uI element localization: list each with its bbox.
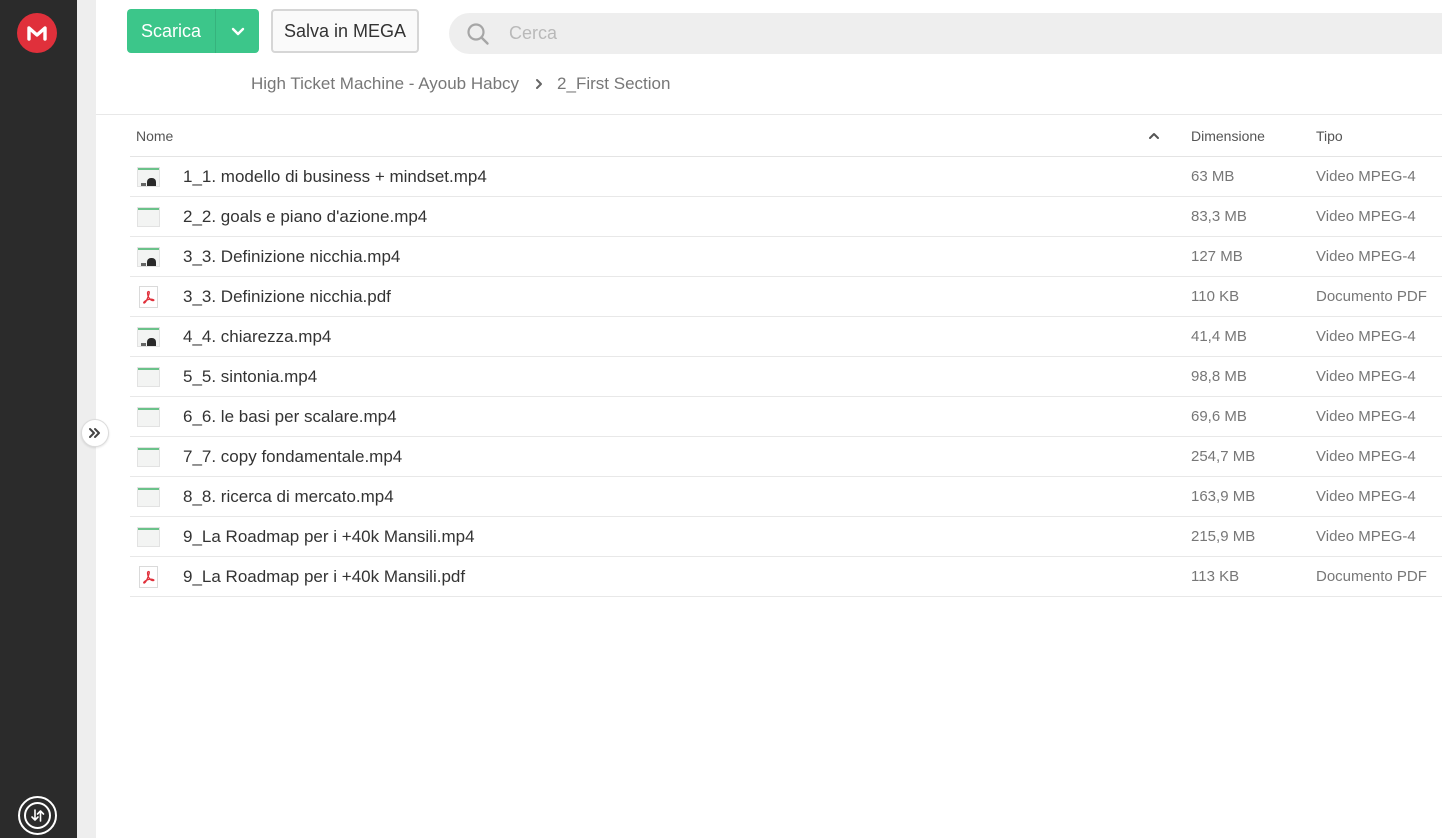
download-button-group: Scarica [127, 9, 259, 53]
table-row[interactable]: 3_3. Definizione nicchia.pdf 110 KB Docume… [130, 277, 1442, 317]
file-type: Video MPEG-4 [1316, 408, 1416, 425]
breadcrumb-item-root[interactable]: High Ticket Machine - Ayoub Habcy [251, 74, 519, 94]
file-name[interactable]: 8_8. ricerca di mercato.mp4 [183, 487, 394, 507]
file-size: 254,7 MB [1191, 448, 1256, 465]
file-size: 215,9 MB [1191, 528, 1256, 545]
file-name[interactable]: 2_2. goals e piano d'azione.mp4 [183, 207, 427, 227]
table-row[interactable]: 9_La Roadmap per i +40k Mansili.pdf 113 K… [130, 557, 1442, 597]
table-row[interactable]: 7_7. copy fondamentale.mp4 254,7 MB Video … [130, 437, 1442, 477]
file-type: Video MPEG-4 [1316, 448, 1416, 465]
download-button[interactable]: Scarica [127, 9, 215, 53]
file-name[interactable]: 1_1. modello di business + mindset.mp4 [183, 167, 487, 187]
file-name[interactable]: 5_5. sintonia.mp4 [183, 367, 317, 387]
video-thumbnail-icon [137, 446, 160, 467]
breadcrumb-item-current[interactable]: 2_First Section [557, 74, 670, 94]
video-thumbnail-icon [137, 366, 160, 387]
sort-ascending-icon [1149, 132, 1159, 139]
column-header-name-label: Nome [136, 127, 174, 144]
file-type: Documento PDF [1316, 568, 1427, 585]
file-type: Video MPEG-4 [1316, 248, 1416, 265]
file-type: Documento PDF [1316, 288, 1427, 305]
file-name-cell: 5_5. sintonia.mp4 [130, 366, 1191, 387]
expand-panel-button[interactable] [81, 419, 109, 447]
file-name-cell: 1_1. modello di business + mindset.mp4 [130, 166, 1191, 187]
table-row[interactable]: 4_4. chiarezza.mp4 41,4 MB Video MPEG-4 [130, 317, 1442, 357]
table-row[interactable]: 1_1. modello di business + mindset.mp4 63… [130, 157, 1442, 197]
file-type: Video MPEG-4 [1316, 528, 1416, 545]
table-row[interactable]: 8_8. ricerca di mercato.mp4 163,9 MB Video… [130, 477, 1442, 517]
file-name[interactable]: 9_La Roadmap per i +40k Mansili.pdf [183, 567, 465, 587]
file-name-cell: 7_7. copy fondamentale.mp4 [130, 446, 1191, 467]
video-thumbnail-icon [137, 526, 160, 547]
file-name[interactable]: 9_La Roadmap per i +40k Mansili.mp4 [183, 527, 475, 547]
pdf-file-icon [139, 565, 158, 588]
file-name-cell: 9_La Roadmap per i +40k Mansili.pdf [130, 565, 1191, 588]
file-type: Video MPEG-4 [1316, 168, 1416, 185]
file-name-cell: 6_6. le basi per scalare.mp4 [130, 406, 1191, 427]
file-name[interactable]: 4_4. chiarezza.mp4 [183, 327, 331, 347]
search-input[interactable] [509, 23, 1309, 44]
file-type: Video MPEG-4 [1316, 328, 1416, 345]
file-size: 127 MB [1191, 248, 1243, 265]
file-table: Nome Dimensione Tipo 1_1. modello di bus… [130, 115, 1442, 597]
file-size: 98,8 MB [1191, 368, 1247, 385]
file-name-cell: 3_3. Definizione nicchia.mp4 [130, 246, 1191, 267]
file-name[interactable]: 3_3. Definizione nicchia.pdf [183, 287, 391, 307]
table-row[interactable]: 9_La Roadmap per i +40k Mansili.mp4 215,9… [130, 517, 1442, 557]
table-row[interactable]: 5_5. sintonia.mp4 98,8 MB Video MPEG-4 [130, 357, 1442, 397]
file-size: 69,6 MB [1191, 408, 1247, 425]
file-type: Video MPEG-4 [1316, 208, 1416, 225]
file-size: 163,9 MB [1191, 488, 1256, 505]
video-thumbnail-icon [137, 406, 160, 427]
column-header-name[interactable]: Nome [130, 128, 1191, 144]
video-thumbnail-icon [137, 246, 160, 267]
file-name-cell: 3_3. Definizione nicchia.pdf [130, 285, 1191, 308]
table-header: Nome Dimensione Tipo [130, 115, 1442, 157]
download-options-button[interactable] [216, 9, 259, 53]
column-header-type[interactable]: Tipo [1316, 128, 1442, 144]
file-name-cell: 4_4. chiarezza.mp4 [130, 326, 1191, 347]
video-thumbnail-icon [137, 166, 160, 187]
file-type: Video MPEG-4 [1316, 488, 1416, 505]
file-type: Video MPEG-4 [1316, 368, 1416, 385]
file-name-cell: 2_2. goals e piano d'azione.mp4 [130, 206, 1191, 227]
pdf-file-icon [139, 285, 158, 308]
file-name[interactable]: 7_7. copy fondamentale.mp4 [183, 447, 402, 467]
chevron-down-icon [231, 27, 244, 35]
search-icon [449, 22, 501, 46]
video-thumbnail-icon [137, 206, 160, 227]
table-body: 1_1. modello di business + mindset.mp4 63… [130, 157, 1442, 597]
table-row[interactable]: 6_6. le basi per scalare.mp4 69,6 MB Video… [130, 397, 1442, 437]
file-name[interactable]: 6_6. le basi per scalare.mp4 [183, 407, 397, 427]
double-chevron-right-icon [89, 428, 100, 438]
save-to-mega-button[interactable]: Salva in MEGA [271, 9, 419, 53]
table-row[interactable]: 3_3. Definizione nicchia.mp4 127 MB Video … [130, 237, 1442, 277]
table-row[interactable]: 2_2. goals e piano d'azione.mp4 83,3 MB Vi… [130, 197, 1442, 237]
file-name-cell: 8_8. ricerca di mercato.mp4 [130, 486, 1191, 507]
left-sidebar [0, 0, 77, 838]
breadcrumb: High Ticket Machine - Ayoub Habcy 2_Firs… [251, 72, 670, 96]
file-size: 110 KB [1191, 288, 1240, 305]
file-size: 83,3 MB [1191, 208, 1247, 225]
video-thumbnail-icon [137, 486, 160, 507]
file-name-cell: 9_La Roadmap per i +40k Mansili.mp4 [130, 526, 1191, 547]
file-name[interactable]: 3_3. Definizione nicchia.mp4 [183, 247, 400, 267]
file-size: 63 MB [1191, 168, 1235, 185]
file-size: 113 KB [1191, 568, 1240, 585]
mega-logo-icon[interactable] [17, 13, 57, 53]
file-size: 41,4 MB [1191, 328, 1247, 345]
search-bar [449, 13, 1442, 54]
column-header-size[interactable]: Dimensione [1191, 128, 1316, 144]
chevron-right-icon [535, 78, 543, 90]
video-thumbnail-icon [137, 326, 160, 347]
transfers-icon[interactable] [18, 796, 57, 835]
